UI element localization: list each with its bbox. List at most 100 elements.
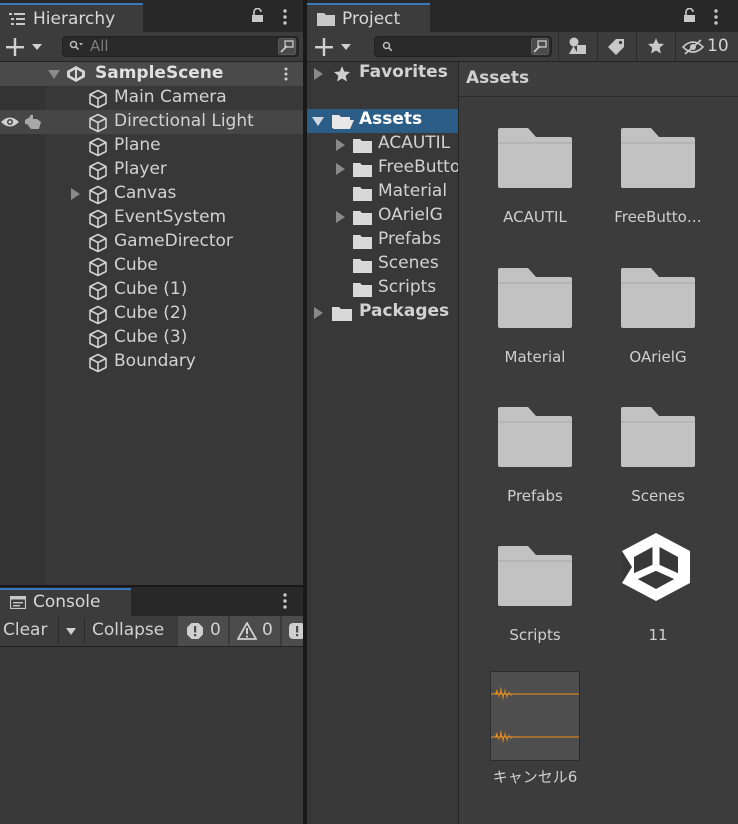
search-by-type-icon[interactable] [531, 38, 549, 55]
gameobject-cube-icon [88, 113, 108, 133]
expand-arrow-icon[interactable] [336, 139, 345, 151]
tree-packages-label: Packages [359, 301, 450, 321]
info-icon [288, 622, 303, 640]
asset-label: FreeButto… [614, 208, 702, 226]
hierarchy-search-input[interactable]: All [62, 36, 299, 57]
chevron-down-icon [66, 628, 76, 635]
expand-arrow-icon[interactable] [71, 188, 80, 200]
project-search-input[interactable] [374, 36, 552, 57]
hierarchy-item-canvas[interactable]: Canvas [0, 182, 303, 206]
error-filter-toggle[interactable]: 0 [178, 616, 228, 646]
folder-icon [353, 138, 372, 153]
hierarchy-item-directional-light[interactable]: Directional Light [0, 110, 303, 134]
gameobject-cube-icon [88, 305, 108, 325]
eye-icon[interactable] [0, 116, 20, 128]
asset-item-4[interactable]: OArielG [598, 265, 718, 385]
expand-arrow-icon[interactable] [314, 68, 323, 80]
lock-icon[interactable] [683, 8, 696, 23]
filter-by-type-button[interactable] [558, 32, 597, 61]
hierarchy-menu-icon[interactable] [283, 9, 287, 25]
console-icon [10, 596, 26, 609]
search-icon [69, 40, 83, 52]
folder-icon [353, 210, 372, 225]
clear-button[interactable]: Clear [3, 620, 47, 640]
tree-folder-material[interactable]: Material [307, 181, 458, 205]
folder-icon [353, 186, 372, 201]
tab-hierarchy-label: Hierarchy [33, 9, 116, 29]
tree-folder-oarielg[interactable]: OArielG [307, 205, 458, 229]
tree-folder-prefabs[interactable]: Prefabs [307, 229, 458, 253]
asset-label: 11 [648, 626, 668, 644]
tree-folder-acautil[interactable]: ACAUTIL [307, 133, 458, 157]
folder-icon [621, 128, 695, 188]
console-menu-icon[interactable] [283, 593, 287, 609]
tab-console-label: Console [33, 592, 101, 612]
asset-item-8[interactable]: 11 [598, 533, 718, 663]
add-object-button[interactable] [6, 38, 46, 56]
clear-options-dropdown[interactable] [58, 618, 85, 643]
tab-hierarchy[interactable]: Hierarchy [0, 3, 143, 32]
expand-arrow-icon[interactable] [312, 117, 324, 126]
asset-item-5[interactable]: Prefabs [475, 404, 595, 524]
tree-folder-freebutto[interactable]: FreeButto [307, 157, 458, 181]
asset-item-1[interactable]: ACAUTIL [475, 125, 595, 245]
tree-item-packages[interactable]: Packages [307, 301, 458, 325]
tree-folder-scenes[interactable]: Scenes [307, 253, 458, 277]
hierarchy-item-cube-2[interactable]: Cube (2) [0, 302, 303, 326]
hidden-packages-toggle[interactable]: 10 [675, 32, 738, 61]
warning-filter-toggle[interactable]: 0 [230, 616, 280, 646]
tree-item-favorites[interactable]: Favorites [307, 62, 458, 86]
breadcrumb-assets[interactable]: Assets [466, 68, 529, 88]
error-icon [186, 622, 204, 640]
filter-by-label-button[interactable] [597, 32, 636, 61]
asset-item-2[interactable]: FreeButto… [598, 125, 718, 245]
hierarchy-item-eventsystem[interactable]: EventSystem [0, 206, 303, 230]
create-asset-button[interactable] [315, 38, 355, 56]
tree-item-assets[interactable]: Assets [307, 109, 458, 133]
pickable-hand-icon[interactable] [24, 114, 42, 130]
expand-arrow-icon[interactable] [314, 307, 323, 319]
hierarchy-item-cube-1[interactable]: Cube (1) [0, 278, 303, 302]
project-menu-icon[interactable] [714, 9, 718, 25]
star-icon [333, 65, 351, 83]
favorites-filter-button[interactable] [636, 32, 675, 61]
asset-item-7[interactable]: Scripts [475, 543, 595, 663]
tree-favorites-label: Favorites [359, 62, 448, 82]
asset-item-3[interactable]: Material [475, 265, 595, 385]
gameobject-cube-icon [88, 209, 108, 229]
console-toolbar: Clear Collapse 0 0 [0, 616, 303, 647]
scene-menu-icon[interactable] [284, 67, 288, 81]
hierarchy-item-label: Directional Light [114, 111, 254, 131]
asset-item-6[interactable]: Scenes [598, 404, 718, 524]
tab-console[interactable]: Console [0, 588, 131, 616]
lock-icon[interactable] [251, 8, 264, 23]
expand-arrow-icon[interactable] [336, 211, 345, 223]
expand-arrow-icon[interactable] [48, 70, 60, 79]
search-by-type-icon[interactable] [278, 38, 296, 55]
asset-item-9[interactable]: キャンセル6 [475, 670, 595, 790]
hierarchy-tab-bar: Hierarchy [0, 0, 303, 32]
breadcrumb: Assets [459, 62, 738, 97]
hierarchy-item-player[interactable]: Player [0, 158, 303, 182]
scene-row[interactable]: SampleScene [0, 62, 303, 86]
collapse-button[interactable]: Collapse [92, 620, 164, 640]
hierarchy-item-cube-3[interactable]: Cube (3) [0, 326, 303, 350]
hierarchy-item-gamedirector[interactable]: GameDirector [0, 230, 303, 254]
hierarchy-item-main-camera[interactable]: Main Camera [0, 86, 303, 110]
gameobject-cube-icon [88, 137, 108, 157]
hierarchy-item-plane[interactable]: Plane [0, 134, 303, 158]
hierarchy-item-boundary[interactable]: Boundary [0, 350, 303, 374]
expand-arrow-icon[interactable] [336, 163, 345, 175]
gameobject-cube-icon [88, 89, 108, 109]
tab-project[interactable]: Project [307, 3, 430, 32]
info-filter-toggle[interactable] [282, 616, 303, 646]
hierarchy-item-cube[interactable]: Cube [0, 254, 303, 278]
gameobject-cube-icon [88, 185, 108, 205]
warning-count: 0 [262, 620, 273, 640]
hierarchy-item-label: GameDirector [114, 231, 233, 251]
tree-assets-label: Assets [359, 109, 423, 129]
project-tab-bar: Project [307, 0, 738, 32]
project-panel: Project 10 Favorites Assets ACAUTIL Free… [307, 0, 738, 824]
tree-folder-scripts[interactable]: Scripts [307, 277, 458, 301]
console-panel: Console Clear Collapse 0 0 [0, 587, 303, 824]
